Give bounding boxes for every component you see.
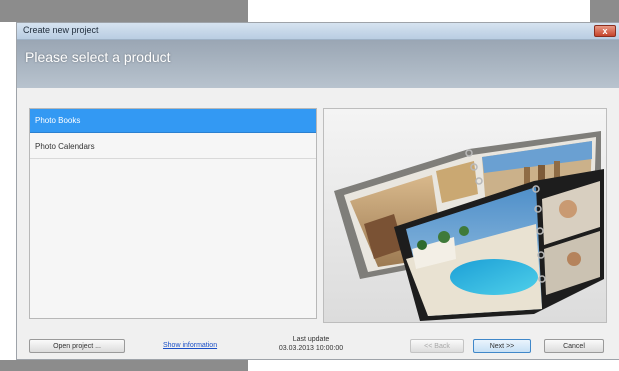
desktop-background-right <box>590 0 619 22</box>
window-title: Create new project <box>23 25 99 35</box>
title-bar[interactable]: Create new project x <box>17 23 619 40</box>
close-icon: x <box>602 26 608 36</box>
photo-book-preview-image <box>324 109 606 322</box>
open-project-button[interactable]: Open project ... <box>29 339 125 353</box>
dialog-header: Please select a product <box>17 40 619 88</box>
product-list[interactable]: Photo Books Photo Calendars <box>29 108 317 319</box>
list-item-photo-books[interactable]: Photo Books <box>30 109 316 133</box>
back-button[interactable]: << Back <box>410 339 464 353</box>
last-update-label: Last update <box>292 336 330 343</box>
next-button[interactable]: Next >> <box>473 339 531 353</box>
cancel-button[interactable]: Cancel <box>544 339 604 353</box>
page-title: Please select a product <box>25 49 171 65</box>
desktop-background-left <box>0 0 248 22</box>
desktop-background-bottom <box>0 360 248 371</box>
show-information-link[interactable]: Show information <box>163 342 217 349</box>
product-preview <box>323 108 607 323</box>
list-item-photo-calendars[interactable]: Photo Calendars <box>30 135 316 159</box>
create-project-dialog: Create new project x Please select a pro… <box>16 22 619 360</box>
last-update-date: 03.03.2013 10:00:00 <box>278 345 344 352</box>
close-button[interactable]: x <box>594 25 616 37</box>
